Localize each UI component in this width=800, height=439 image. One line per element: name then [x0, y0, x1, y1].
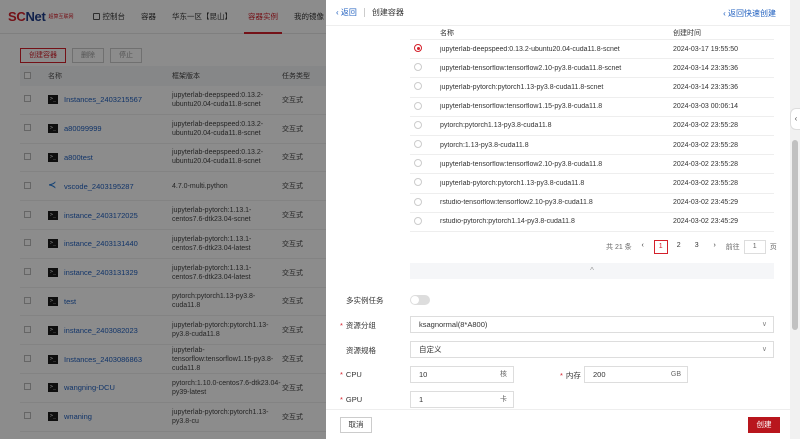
image-radio[interactable] — [414, 82, 422, 91]
resource-spec-label: 资源规格 — [346, 346, 376, 355]
image-row[interactable]: jupyterlab-deepspeed:0.13.2-ubuntu20.04-… — [410, 40, 774, 60]
drawer-side-handle[interactable]: ‹ — [790, 108, 800, 130]
goto-suffix: 页 — [769, 244, 777, 251]
cancel-button[interactable]: 取消 — [340, 417, 372, 433]
image-radio[interactable] — [414, 216, 422, 225]
image-radio[interactable] — [414, 140, 422, 149]
required-mark: * — [340, 395, 343, 404]
cpu-label: * CPU — [340, 370, 362, 379]
goto-prefix: 前往 — [725, 244, 740, 251]
drawer-footer: 取消 创建 — [326, 409, 790, 439]
page-2-button[interactable]: 2 — [671, 240, 686, 254]
quick-create-link[interactable]: ‹ 返回快速创建 — [723, 8, 776, 19]
required-mark: * — [340, 321, 343, 330]
image-name: rstudio-tensorflow:tensorflow2.10-py3.8-… — [440, 199, 593, 207]
image-name: jupyterlab-deepspeed:0.13.2-ubuntu20.04-… — [440, 45, 620, 53]
goto-page-input[interactable]: 1 — [743, 240, 766, 254]
pagination: 共 21 条 ‹ 1 2 3 › 前往 1 页 — [606, 240, 777, 254]
image-radio[interactable] — [414, 63, 422, 72]
header-divider — [363, 8, 365, 17]
image-row[interactable]: jupyterlab-tensorflow:tensorflow1.15-py3… — [410, 98, 774, 117]
image-row[interactable]: rstudio-tensorflow:tensorflow2.10-py3.8-… — [410, 194, 774, 213]
pagination-total: 共 21 条 — [606, 244, 632, 251]
collapse-toggle[interactable]: ^ — [410, 263, 774, 279]
image-row[interactable]: jupyterlab-tensorflow:tensorflow2.10-py3… — [410, 59, 774, 79]
create-container-drawer: ‹ 返回 创建容器 ‹ 返回快速创建 名称 创建时间 jupyterlab-de… — [326, 0, 790, 439]
next-page-button[interactable]: › — [707, 240, 722, 254]
required-mark: * — [560, 371, 563, 380]
image-row[interactable]: pytorch:pytorch1.13-py3.8-cuda11.8 2024-0… — [410, 117, 774, 136]
image-name: jupyterlab-pytorch:pytorch1.13-py3.8-cud… — [440, 179, 585, 187]
image-name: jupyterlab-tensorflow:tensorflow2.10-py3… — [440, 160, 603, 168]
image-radio[interactable] — [414, 178, 422, 187]
image-name: pytorch:1.13-py3.8-cuda11.8 — [440, 141, 529, 149]
image-radio[interactable] — [414, 44, 422, 53]
chevron-up-icon: ^ — [590, 266, 594, 275]
image-created-time: 2024-03-02 23:45:29 — [673, 199, 738, 207]
resource-group-select[interactable]: ksagnormal(8*A800) ∨ — [410, 316, 774, 333]
image-row[interactable]: jupyterlab-pytorch:pytorch1.13-py3.8-cud… — [410, 78, 774, 98]
image-created-time: 2024-03-02 23:45:29 — [673, 218, 738, 226]
image-created-time: 2024-03-03 00:06:14 — [673, 103, 738, 111]
col-image-name: 名称 — [440, 29, 454, 37]
page-3-button[interactable]: 3 — [689, 240, 704, 254]
image-name: jupyterlab-pytorch:pytorch1.13-py3.8-cud… — [440, 83, 604, 91]
memory-unit: GB — [670, 371, 681, 378]
col-created-time: 创建时间 — [673, 29, 701, 37]
multi-instance-toggle[interactable] — [410, 295, 430, 305]
cpu-input[interactable]: 10 核 — [410, 366, 514, 383]
image-created-time: 2024-03-02 23:55:28 — [673, 122, 738, 130]
create-button[interactable]: 创建 — [748, 417, 780, 433]
image-created-time: 2024-03-02 23:55:28 — [673, 160, 738, 168]
gpu-unit: 卡 — [500, 396, 507, 403]
drawer-title: 创建容器 — [371, 8, 404, 17]
image-created-time: 2024-03-17 19:55:50 — [673, 45, 738, 53]
scrollbar-thumb[interactable] — [792, 140, 798, 330]
page-scrollbar[interactable] — [790, 0, 800, 439]
image-created-time: 2024-03-02 23:55:28 — [673, 179, 738, 187]
image-table-header: 名称 创建时间 — [410, 26, 774, 40]
image-created-time: 2024-03-14 23:35:36 — [673, 64, 738, 72]
image-name: jupyterlab-tensorflow:tensorflow1.15-py3… — [440, 103, 603, 111]
image-radio[interactable] — [414, 101, 422, 110]
image-row[interactable]: rstudio-pytorch:pytorch1.14-py3.8-cuda11… — [410, 213, 774, 232]
cpu-unit: 核 — [500, 371, 507, 378]
resource-group-label: * 资源分组 — [340, 321, 376, 330]
image-row[interactable]: jupyterlab-tensorflow:tensorflow2.10-py3… — [410, 155, 774, 175]
image-radio[interactable] — [414, 159, 422, 168]
image-table-body: jupyterlab-deepspeed:0.13.2-ubuntu20.04-… — [410, 40, 774, 232]
image-row[interactable]: jupyterlab-pytorch:pytorch1.13-py3.8-cud… — [410, 174, 774, 194]
multi-instance-label: 多实例任务 — [346, 296, 384, 305]
required-mark: * — [340, 370, 343, 379]
image-created-time: 2024-03-02 23:55:28 — [673, 141, 738, 149]
image-name: jupyterlab-tensorflow:tensorflow2.10-py3… — [440, 64, 622, 72]
image-radio[interactable] — [414, 197, 422, 206]
image-radio[interactable] — [414, 120, 422, 129]
gpu-input[interactable]: 1 卡 — [410, 391, 514, 408]
chevron-down-icon: ∨ — [761, 346, 767, 353]
image-name: pytorch:pytorch1.13-py3.8-cuda11.8 — [440, 122, 552, 130]
prev-page-button[interactable]: ‹ — [635, 240, 650, 254]
memory-input[interactable]: 200 GB — [584, 366, 688, 383]
image-table: 名称 创建时间 jupyterlab-deepspeed:0.13.2-ubun… — [410, 26, 774, 232]
resource-spec-select[interactable]: 自定义 ∨ — [410, 341, 774, 358]
drawer-header: ‹ 返回 创建容器 ‹ 返回快速创建 — [326, 0, 790, 26]
image-created-time: 2024-03-14 23:35:36 — [673, 83, 738, 91]
page-1-button[interactable]: 1 — [653, 240, 668, 254]
image-name: rstudio-pytorch:pytorch1.14-py3.8-cuda11… — [440, 218, 575, 226]
gpu-label: * GPU — [340, 395, 363, 404]
chevron-left-icon: ‹ — [794, 114, 798, 123]
chevron-down-icon: ∨ — [761, 321, 767, 328]
back-link[interactable]: ‹ 返回 — [336, 7, 357, 18]
image-row[interactable]: pytorch:1.13-py3.8-cuda11.8 2024-03-02 23… — [410, 136, 774, 156]
memory-label: * 内存 — [560, 371, 581, 380]
